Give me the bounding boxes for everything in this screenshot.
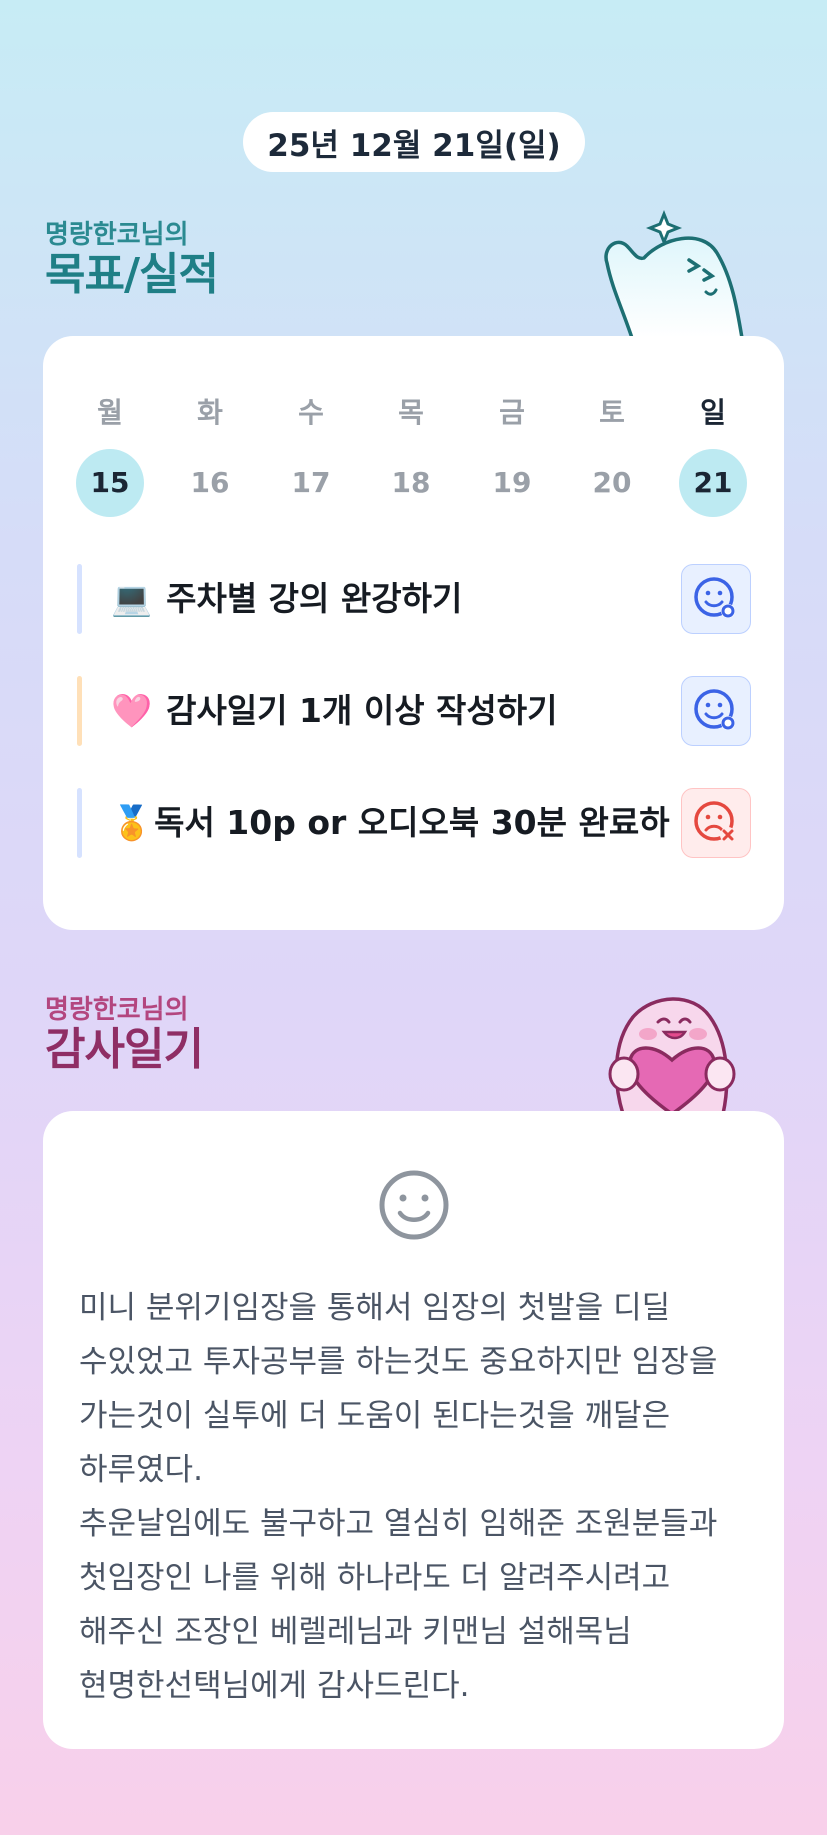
day-mon[interactable]: 월 15 (75, 391, 145, 517)
date-pill: 25년 12월 21일(일) (243, 112, 585, 172)
date-label: 25년 12월 21일(일) (267, 127, 561, 164)
day-number: 18 (391, 466, 431, 499)
goal-item[interactable]: 💻 주차별 강의 완강하기 (77, 564, 751, 634)
day-number: 17 (291, 466, 331, 499)
goal-text: 💻 주차별 강의 완강하기 (111, 564, 462, 634)
day-name: 수 (298, 396, 324, 429)
day-wed[interactable]: 수 17 (276, 391, 346, 517)
day-number: 20 (592, 466, 632, 499)
day-name: 월 (97, 396, 123, 429)
goal-label: 감사일기 1개 이상 작성하기 (166, 691, 558, 730)
medal-icon: 🏅 (111, 803, 153, 842)
day-fri[interactable]: 금 19 (477, 391, 547, 517)
goal-text: 🏅독서 10p or 오디오북 30분 완료하 (111, 788, 670, 858)
diary-title: 감사일기 (45, 1024, 204, 1075)
goals-card: 월 15 화 16 수 17 목 18 금 19 토 20 일 21 💻 주차별… (43, 336, 784, 930)
laptop-icon: 💻 (111, 579, 153, 618)
smile-check-icon (694, 577, 735, 618)
day-sat[interactable]: 토 20 (577, 391, 647, 517)
goal-status-failed[interactable] (681, 788, 751, 858)
goal-item[interactable]: 🏅독서 10p or 오디오북 30분 완료하 (77, 788, 751, 858)
heart-ghost-character (608, 997, 736, 1114)
day-number: 19 (492, 466, 532, 499)
day-name: 금 (499, 396, 525, 429)
goal-color-bar (77, 676, 82, 746)
smile-check-icon (694, 689, 735, 730)
goals-section-title: 명랑한코님의 목표/실적 (45, 220, 219, 300)
goals-title: 목표/실적 (45, 249, 219, 300)
goal-color-bar (77, 564, 82, 634)
sad-x-icon (694, 801, 736, 843)
day-name: 화 (197, 396, 223, 429)
diary-section-title: 명랑한코님의 감사일기 (45, 995, 204, 1075)
day-sun[interactable]: 일 21 (678, 391, 748, 517)
diary-subtitle: 명랑한코님의 (45, 995, 189, 1025)
day-name: 일 (700, 396, 726, 429)
goal-status-achieved[interactable] (681, 676, 751, 746)
smile-icon (379, 1170, 449, 1240)
goal-text: 🩷 감사일기 1개 이상 작성하기 (111, 676, 557, 746)
day-name: 목 (398, 396, 424, 429)
goal-status-achieved[interactable] (681, 564, 751, 634)
goal-color-bar (77, 788, 82, 858)
day-number: 15 (76, 449, 144, 517)
day-thu[interactable]: 목 18 (376, 391, 446, 517)
waving-ghost-character (604, 209, 744, 338)
diary-card: 미니 분위기임장을 통해서 임장의 첫발을 디딜 수있었고 투자공부를 하는것도… (43, 1111, 784, 1749)
goal-item[interactable]: 🩷 감사일기 1개 이상 작성하기 (77, 676, 751, 746)
day-number: 21 (679, 449, 747, 517)
goals-subtitle: 명랑한코님의 (45, 220, 189, 250)
day-number: 16 (190, 466, 230, 499)
heart-icon: 🩷 (111, 691, 153, 730)
diary-entry-text: 미니 분위기임장을 통해서 임장의 첫발을 디딜 수있었고 투자공부를 하는것도… (79, 1290, 718, 1704)
goal-label: 독서 10p or 오디오북 30분 완료하 (154, 803, 670, 842)
day-tue[interactable]: 화 16 (175, 391, 245, 517)
day-name: 토 (599, 396, 625, 429)
goal-label: 주차별 강의 완강하기 (166, 579, 463, 618)
